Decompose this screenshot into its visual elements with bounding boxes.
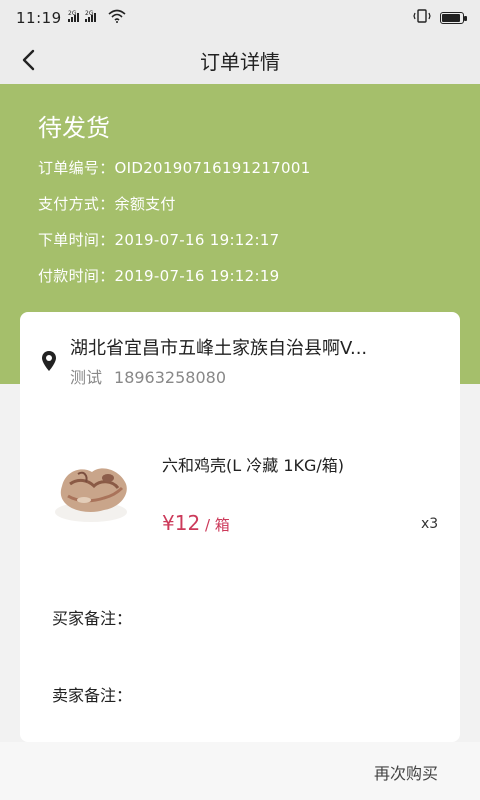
- pay-time-value: 2019-07-16 19:12:19: [114, 267, 280, 285]
- seller-remark-label: 卖家备注：: [52, 686, 133, 705]
- price-unit: / 箱: [200, 516, 230, 534]
- pay-time-row: 付款时间：2019-07-16 19:12:19: [38, 265, 280, 286]
- buyer-remark-label: 买家备注：: [52, 609, 133, 628]
- product-quantity: x3: [421, 516, 439, 532]
- order-status-text: 待发货: [38, 114, 110, 142]
- nav-bar: 订单详情: [0, 36, 480, 84]
- address-contact: 测试 18963258080: [70, 364, 226, 388]
- pay-time-label: 付款时间：: [38, 267, 115, 285]
- bottom-action-bar: 再次购买: [0, 742, 480, 800]
- pay-method-label: 支付方式：: [38, 195, 115, 213]
- order-time-value: 2019-07-16 19:12:17: [114, 231, 280, 249]
- product-price: ¥12 / 箱: [162, 511, 230, 535]
- order-number-row: 订单编号：OID20190716191217001: [38, 157, 311, 178]
- address-text: 湖北省宜昌市五峰土家族自治县啊V...: [70, 338, 368, 359]
- product-image: [55, 468, 127, 522]
- status-time: 11:19: [16, 9, 62, 27]
- status-right: [412, 9, 467, 27]
- order-number-label: 订单编号：: [38, 159, 115, 177]
- battery-icon: [440, 12, 467, 24]
- signal-icon: 2G 2G: [67, 9, 102, 27]
- order-time-label: 下单时间：: [38, 231, 115, 249]
- location-pin-icon: [42, 351, 56, 371]
- status-bar: 11:19 2G 2G: [0, 0, 480, 36]
- order-detail-screen: 11:19 2G 2G 订单详情 待发货 订单编号：OID20190716191…: [0, 0, 480, 800]
- rebuy-button[interactable]: 再次购买: [352, 752, 460, 792]
- pay-method-value: 余额支付: [114, 195, 176, 213]
- order-number-value: OID20190716191217001: [114, 159, 311, 177]
- wifi-icon: [108, 9, 126, 27]
- back-button[interactable]: [10, 42, 46, 78]
- order-time-row: 下单时间：2019-07-16 19:12:17: [38, 229, 280, 250]
- product-name: 六和鸡壳(L 冷藏 1KG/箱): [162, 456, 345, 475]
- page-title: 订单详情: [200, 49, 280, 74]
- chevron-left-icon: [22, 49, 35, 71]
- status-left: 11:19 2G 2G: [16, 9, 126, 27]
- contact-phone: 18963258080: [114, 368, 226, 387]
- price-value: ¥12: [162, 511, 201, 535]
- vibrate-icon: [412, 9, 432, 27]
- contact-name: 测试: [70, 368, 103, 387]
- pay-method-row: 支付方式：余额支付: [38, 193, 176, 214]
